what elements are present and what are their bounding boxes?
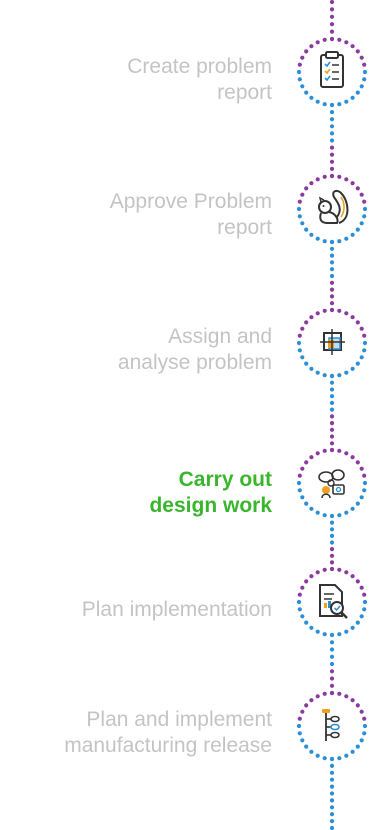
flow-tree-icon	[297, 692, 367, 762]
timeline-dot	[329, 0, 335, 5]
step-label-line-2: report	[217, 81, 272, 104]
step-label-line-1: Assign and	[168, 325, 272, 348]
step-plan-implementation[interactable]: Plan implementation	[0, 582, 372, 692]
timeline-dot	[329, 166, 335, 171]
timeline-dot	[329, 441, 335, 446]
step-label-line-2: design work	[149, 494, 272, 517]
step-label: Carry out design work	[0, 467, 272, 519]
step-carry-out-design-work[interactable]: Carry out design work	[0, 465, 372, 575]
timeline-dot	[329, 22, 335, 27]
step-label-line-2: analyse problem	[117, 351, 272, 374]
step-label: Assign and analyse problem	[0, 324, 272, 376]
timeline-dot	[329, 29, 335, 34]
clipboard-checklist-icon	[297, 38, 367, 108]
step-label-line-2: report	[217, 216, 272, 239]
document-magnifier-icon	[297, 568, 367, 638]
timeline-dot	[329, 301, 335, 306]
step-label-line-2: manufacturing release	[64, 734, 272, 757]
step-label: Approve Problem report	[0, 189, 272, 241]
step-assign-analyse-problem[interactable]: Assign and analyse problem	[0, 322, 372, 432]
step-approve-problem-report[interactable]: Approve Problem report	[0, 187, 372, 297]
timeline-dot	[329, 7, 335, 12]
timeline-dot	[329, 434, 335, 439]
team-ideas-icon	[297, 449, 367, 519]
step-label: Plan implementation	[0, 597, 272, 623]
step-create-problem-report[interactable]: Create problem report	[0, 51, 372, 162]
timeline-dot	[329, 825, 335, 830]
timeline-dot	[329, 819, 335, 824]
step-label-line-1: Plan and implement	[86, 708, 272, 731]
step-label: Plan and implement manufacturing release	[0, 707, 272, 759]
step-label-line-1: Plan implementation	[81, 598, 272, 621]
step-label-line-1: Approve Problem	[109, 190, 272, 213]
timeline-dot	[329, 14, 335, 19]
step-label-line-1: Carry out	[178, 468, 272, 491]
step-plan-implement-manufacturing-release[interactable]: Plan and implement manufacturing release	[0, 705, 372, 815]
step-label: Create problem report	[0, 54, 272, 106]
step-label-line-1: Create problem	[127, 55, 272, 78]
layered-squares-icon	[297, 309, 367, 379]
squirrel-icon	[297, 175, 367, 245]
